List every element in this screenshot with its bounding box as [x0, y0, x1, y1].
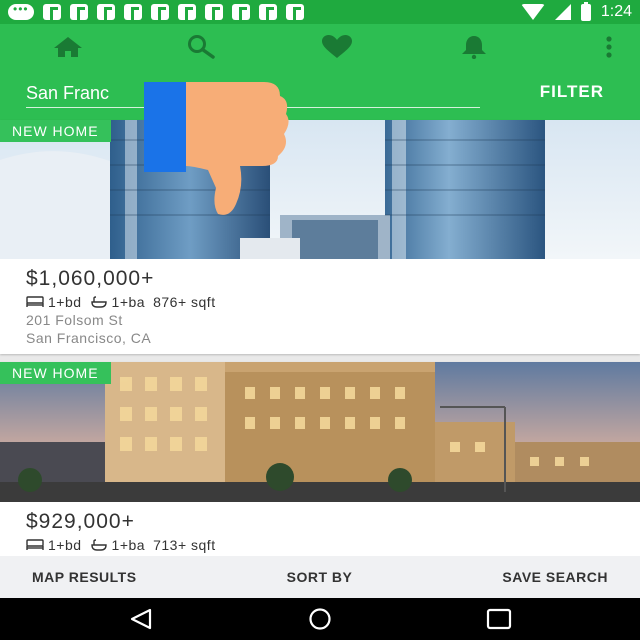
more-vert-icon[interactable]	[592, 34, 626, 60]
bell-icon[interactable]	[457, 34, 491, 60]
listing-specs: 1+bd 1+ba 876+ sqft	[26, 294, 614, 310]
baths-spec: 1+ba	[90, 537, 146, 553]
bed-icon	[26, 539, 44, 550]
battery-icon	[580, 1, 591, 21]
listing-card[interactable]: NEW HOME $1,060,000+ 1+bd 1+ba 876+ sqft…	[0, 120, 640, 354]
notification-icon	[178, 4, 196, 20]
notification-icon	[70, 4, 88, 20]
new-home-badge: NEW HOME	[0, 362, 111, 384]
notification-icon	[259, 4, 277, 20]
recents-icon[interactable]	[486, 608, 512, 630]
notification-icon	[205, 4, 223, 20]
status-time: 1:24	[600, 3, 632, 20]
notification-icon	[124, 4, 142, 20]
new-home-badge: NEW HOME	[0, 120, 111, 142]
sqft-spec: 876+ sqft	[153, 294, 216, 310]
search-row: FILTER	[26, 80, 626, 112]
notification-icon	[286, 4, 304, 20]
baths-spec: 1+ba	[90, 294, 146, 310]
listing-photo[interactable]: NEW HOME	[0, 120, 640, 259]
notification-icon	[151, 4, 169, 20]
listing-price: $929,000+	[26, 510, 135, 533]
beds-spec: 1+bd	[26, 294, 82, 310]
baths-text: 1+ba	[111, 294, 146, 310]
map-results-button[interactable]: MAP RESULTS	[32, 569, 137, 585]
wifi-icon	[520, 4, 545, 20]
listing-photo[interactable]: NEW HOME	[0, 362, 640, 502]
notification-icon	[97, 4, 115, 20]
bottom-action-bar: MAP RESULTS SORT BY SAVE SEARCH	[0, 556, 640, 598]
filter-button[interactable]: FILTER	[540, 82, 604, 102]
listing-specs: 1+bd 1+ba 713+ sqft	[26, 537, 614, 553]
bath-icon	[90, 295, 107, 308]
message-icon	[8, 2, 34, 20]
screen: 1:24 FILTER	[0, 0, 640, 640]
app-bar-icons	[0, 24, 640, 68]
status-bar: 1:24	[0, 0, 640, 24]
signal-icon	[554, 4, 571, 20]
save-search-button[interactable]: SAVE SEARCH	[502, 569, 608, 585]
bath-icon	[90, 538, 107, 551]
system-nav-bar	[0, 598, 640, 640]
beds-spec: 1+bd	[26, 537, 82, 553]
bed-icon	[26, 296, 44, 307]
thumbs-down-icon	[144, 78, 292, 220]
search-icon[interactable]	[184, 34, 218, 60]
listing-street: 201 Folsom St	[26, 312, 123, 328]
listing-price: $1,060,000+	[26, 267, 155, 290]
baths-text: 1+ba	[111, 537, 146, 553]
listing-info: $929,000+ 1+bd 1+ba 713+ sqft	[0, 502, 640, 556]
sqft-spec: 713+ sqft	[153, 537, 216, 553]
status-system: 1:24	[520, 1, 632, 21]
notification-icon	[43, 4, 61, 20]
listing-city: San Francisco, CA	[26, 330, 152, 346]
home-nav-icon[interactable]	[307, 608, 333, 630]
beds-text: 1+bd	[48, 537, 82, 553]
status-notifications	[8, 2, 304, 20]
home-icon[interactable]	[51, 34, 85, 60]
back-icon[interactable]	[128, 608, 154, 630]
sort-by-button[interactable]: SORT BY	[287, 569, 353, 585]
notification-icon	[232, 4, 250, 20]
listing-card[interactable]: NEW HOME $929,000+ 1+bd 1+ba 713+ sqft	[0, 362, 640, 556]
app-bar: FILTER	[0, 24, 640, 120]
listing-info: $1,060,000+ 1+bd 1+ba 876+ sqft 201 Fols…	[0, 259, 640, 354]
beds-text: 1+bd	[48, 294, 82, 310]
heart-icon[interactable]	[320, 34, 354, 60]
